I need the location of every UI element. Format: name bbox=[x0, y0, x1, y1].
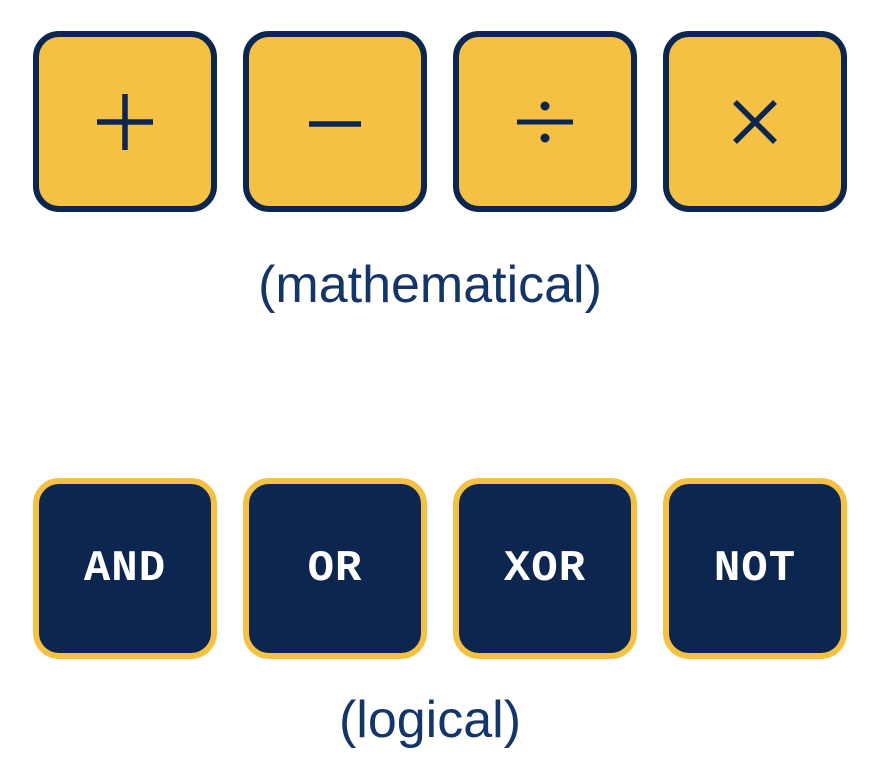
logical-operators-row: AND OR XOR NOT bbox=[33, 478, 847, 659]
minus-icon bbox=[309, 120, 361, 127]
or-label: OR bbox=[307, 543, 363, 594]
plus-tile bbox=[33, 31, 217, 212]
and-label: AND bbox=[83, 543, 167, 594]
multiply-tile bbox=[663, 31, 847, 212]
multiply-icon bbox=[733, 99, 777, 144]
mathematical-operators-row bbox=[33, 31, 847, 212]
divide-tile bbox=[453, 31, 637, 212]
mathematical-caption: (mathematical) bbox=[258, 256, 602, 314]
and-tile: AND bbox=[33, 478, 217, 659]
plus-icon bbox=[97, 93, 153, 150]
xor-tile: XOR bbox=[453, 478, 637, 659]
divide-icon bbox=[517, 101, 573, 142]
not-tile: NOT bbox=[663, 478, 847, 659]
logical-caption: (logical) bbox=[338, 691, 522, 749]
xor-label: XOR bbox=[503, 543, 587, 594]
minus-tile bbox=[243, 31, 427, 212]
or-tile: OR bbox=[243, 478, 427, 659]
not-label: NOT bbox=[713, 543, 797, 594]
